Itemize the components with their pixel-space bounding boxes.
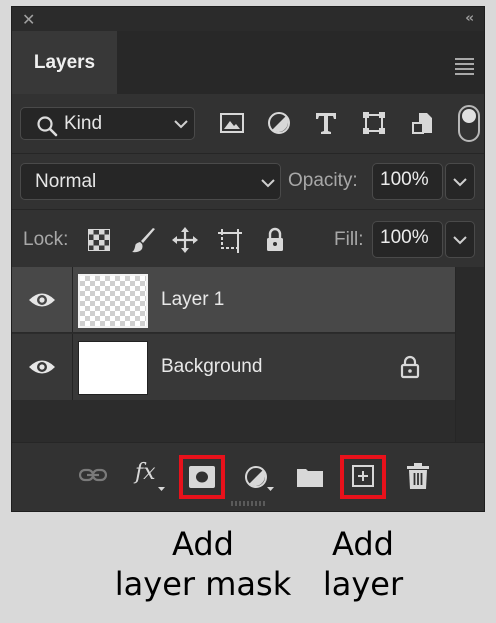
kind-filter-label: Kind <box>64 113 103 134</box>
eye-icon[interactable] <box>28 291 56 309</box>
fx-menu-arrow-icon <box>158 487 165 491</box>
smart-object-filter-icon[interactable] <box>411 111 435 135</box>
caption-line: layer mask <box>114 565 292 603</box>
opacity-input[interactable]: 100% <box>372 163 443 200</box>
shape-filter-icon[interactable] <box>362 111 386 135</box>
kind-filter-dropdown[interactable]: Kind <box>20 107 195 140</box>
adjustment-filter-icon[interactable] <box>267 111 291 135</box>
tab-layers[interactable]: Layers <box>12 31 117 94</box>
caption-line: Add <box>332 525 394 563</box>
opacity-dropdown-button[interactable] <box>445 163 475 200</box>
lock-all-icon[interactable] <box>265 227 285 253</box>
lock-transparent-pixels-icon[interactable] <box>88 229 110 251</box>
layer-thumbnail-white <box>78 341 148 395</box>
layers-scrollbar[interactable] <box>455 267 484 442</box>
lock-image-pixels-icon[interactable] <box>131 227 157 253</box>
chevron-down-icon <box>453 178 467 187</box>
caption-line: layer <box>322 565 404 603</box>
blend-mode-dropdown[interactable]: Normal <box>20 163 281 200</box>
fill-input[interactable]: 100% <box>372 221 443 258</box>
fx-icon[interactable]: fx <box>135 460 156 485</box>
opacity-label: Opacity: <box>288 170 358 191</box>
bottom-toolbar: fx <box>12 442 484 511</box>
layer-name: Layer 1 <box>161 289 225 310</box>
fill-label: Fill: <box>334 229 364 250</box>
opacity-value: 100% <box>380 169 429 190</box>
blend-mode-value: Normal <box>35 171 97 192</box>
caption-add-layer: Add layer <box>313 524 413 604</box>
link-icon[interactable] <box>79 468 107 482</box>
tab-bar: Layers <box>12 31 484 94</box>
caption-line: Add <box>172 525 234 563</box>
close-icon[interactable]: ✕ <box>22 10 35 29</box>
double-chevron-icon[interactable]: ‹‹ <box>465 11 474 26</box>
filter-toggle[interactable] <box>458 105 480 142</box>
new-layer-icon[interactable] <box>352 465 374 487</box>
lock-artboard-icon[interactable] <box>217 229 243 253</box>
visibility-column <box>12 334 73 400</box>
panel-menu-icon[interactable] <box>455 58 474 78</box>
panel-title-strip: ✕ ‹‹ <box>12 7 484 31</box>
lock-label: Lock: <box>23 229 69 250</box>
layer-name: Background <box>161 356 263 377</box>
lock-row: Lock: Fill: 100% <box>12 210 484 267</box>
chevron-down-icon <box>261 179 275 188</box>
adjustment-layer-icon[interactable] <box>244 465 268 489</box>
layers-list: Layer 1 Background <box>12 267 484 442</box>
chevron-down-icon <box>174 120 188 129</box>
visibility-column <box>12 267 73 332</box>
layer-lock-icon[interactable] <box>400 355 420 379</box>
filter-row: Kind <box>12 94 484 154</box>
layers-panel: ✕ ‹‹ Layers Kind Normal Opacity: 100% Lo… <box>11 6 485 512</box>
type-filter-icon[interactable] <box>314 111 338 135</box>
eye-icon[interactable] <box>28 358 56 376</box>
blend-row: Normal Opacity: 100% <box>12 154 484 210</box>
trash-icon[interactable] <box>407 463 429 489</box>
adjustment-menu-arrow-icon <box>267 487 274 491</box>
add-mask-icon[interactable] <box>189 466 215 488</box>
search-icon <box>37 116 58 137</box>
image-filter-icon[interactable] <box>220 111 244 135</box>
fill-dropdown-button[interactable] <box>445 221 475 258</box>
caption-add-layer-mask: Add layer mask <box>113 524 293 604</box>
chevron-down-icon <box>453 236 467 245</box>
group-folder-icon[interactable] <box>297 467 323 487</box>
fill-value: 100% <box>380 227 429 248</box>
resize-grip[interactable] <box>231 501 267 506</box>
lock-position-icon[interactable] <box>172 227 198 253</box>
layer-thumbnail-transparent <box>78 274 148 328</box>
layer-row-background[interactable]: Background <box>12 334 455 400</box>
layer-row-layer-1[interactable]: Layer 1 <box>12 267 455 333</box>
